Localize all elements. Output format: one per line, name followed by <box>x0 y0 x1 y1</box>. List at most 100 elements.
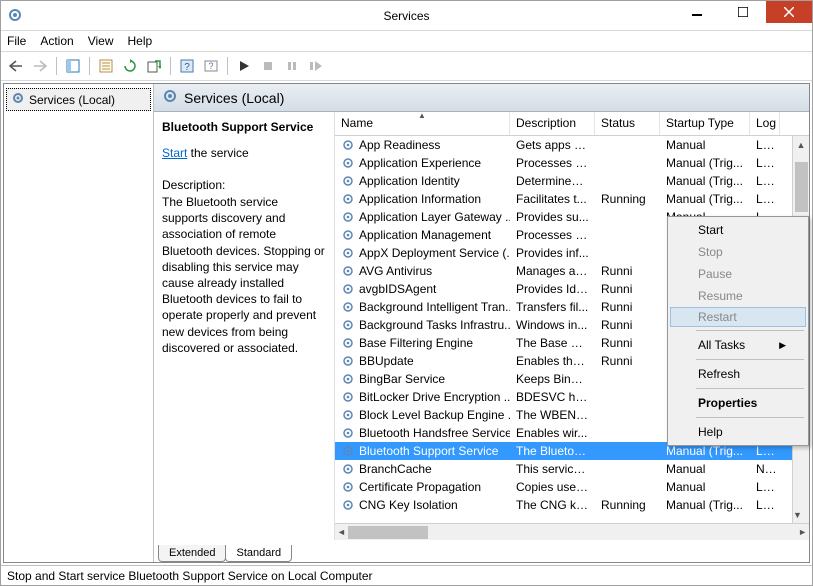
scroll-up-icon[interactable]: ▲ <box>793 136 809 153</box>
stop-service-button[interactable] <box>257 55 279 77</box>
menu-bar: File Action View Help <box>1 31 812 51</box>
status-text: Stop and Start service Bluetooth Support… <box>7 569 373 583</box>
ctx-start[interactable]: Start <box>670 219 806 241</box>
service-logon-cell: Loc <box>750 156 780 170</box>
column-description[interactable]: Description <box>510 112 595 135</box>
scroll-down-icon[interactable]: ▼ <box>793 506 802 523</box>
column-name-label: Name <box>341 116 373 130</box>
tab-extended[interactable]: Extended <box>158 545 226 562</box>
service-type-cell: Manual <box>660 138 750 152</box>
service-name-cell: Block Level Backup Engine ... <box>335 408 510 422</box>
tree-pane: Services (Local) <box>4 84 154 562</box>
ctx-all-tasks-label: All Tasks <box>698 338 745 352</box>
service-desc-cell: The Bluetoo... <box>510 444 595 458</box>
ctx-separator <box>696 388 804 389</box>
restart-service-button[interactable] <box>305 55 327 77</box>
service-row[interactable]: CNG Key IsolationThe CNG ke...RunningMan… <box>335 496 809 514</box>
column-name[interactable]: ▲Name <box>335 112 510 135</box>
window-controls <box>674 1 812 23</box>
menu-action[interactable]: Action <box>40 34 73 48</box>
service-desc-cell: Determines ... <box>510 174 595 188</box>
properties-button[interactable] <box>95 55 117 77</box>
service-name-cell: Bluetooth Support Service <box>335 444 510 458</box>
list-header: ▲Name Description Status Startup Type Lo… <box>335 112 809 136</box>
service-name-cell: avgbIDSAgent <box>335 282 510 296</box>
service-status-cell: Running <box>595 498 660 512</box>
start-service-line: Start the service <box>162 146 326 160</box>
pause-service-button[interactable] <box>281 55 303 77</box>
forward-button[interactable] <box>29 55 51 77</box>
ctx-refresh[interactable]: Refresh <box>670 363 806 385</box>
service-status-cell: Runni <box>595 264 660 278</box>
service-logon-cell: Loc <box>750 174 780 188</box>
export-list-button[interactable] <box>143 55 165 77</box>
column-logon[interactable]: Log <box>750 112 780 135</box>
ctx-resume: Resume <box>670 285 806 307</box>
service-desc-cell: Processes a... <box>510 156 595 170</box>
service-desc-cell: This service ... <box>510 462 595 476</box>
service-row[interactable]: Application IdentityDetermines ...Manual… <box>335 172 809 190</box>
ctx-separator <box>696 417 804 418</box>
gear-icon <box>162 88 178 107</box>
service-name-cell: Background Intelligent Tran... <box>335 300 510 314</box>
help-about-button[interactable]: ? <box>200 55 222 77</box>
service-name-cell: Bluetooth Handsfree Service <box>335 426 510 440</box>
start-suffix: the service <box>187 146 248 160</box>
ctx-help[interactable]: Help <box>670 421 806 443</box>
close-button[interactable] <box>766 1 812 23</box>
service-status-cell: Running <box>595 192 660 206</box>
start-service-link[interactable]: Start <box>162 146 187 160</box>
svg-text:?: ? <box>184 62 190 73</box>
status-bar: Stop and Start service Bluetooth Support… <box>1 565 812 585</box>
description-label: Description: <box>162 178 326 192</box>
submenu-arrow-icon: ▶ <box>779 340 786 351</box>
service-desc-cell: BDESVC hos... <box>510 390 595 404</box>
service-desc-cell: Enables wir... <box>510 426 595 440</box>
menu-help[interactable]: Help <box>128 34 153 48</box>
minimize-button[interactable] <box>674 1 720 23</box>
ctx-all-tasks[interactable]: All Tasks ▶ <box>670 334 806 356</box>
service-logon-cell: Loc <box>750 138 780 152</box>
gear-icon <box>11 91 25 108</box>
column-startup-type[interactable]: Startup Type <box>660 112 750 135</box>
maximize-button[interactable] <box>720 1 766 23</box>
menu-view[interactable]: View <box>88 34 114 48</box>
ctx-stop: Stop <box>670 241 806 263</box>
service-name-cell: Application Experience <box>335 156 510 170</box>
ctx-properties[interactable]: Properties <box>670 392 806 414</box>
service-row[interactable]: Application InformationFacilitates t...R… <box>335 190 809 208</box>
service-row[interactable]: Application ExperienceProcesses a... Manu… <box>335 154 809 172</box>
app-icon <box>7 7 23 26</box>
service-status-cell: Runni <box>595 354 660 368</box>
scroll-thumb[interactable] <box>795 162 808 212</box>
help-button[interactable]: ? <box>176 55 198 77</box>
service-desc-cell: Processes in... <box>510 228 595 242</box>
tree-item-services-local[interactable]: Services (Local) <box>6 88 151 111</box>
menu-file[interactable]: File <box>7 34 26 48</box>
service-desc-cell: Provides inf... <box>510 246 595 260</box>
service-type-cell: Manual (Trig... <box>660 156 750 170</box>
column-status[interactable]: Status <box>595 112 660 135</box>
scroll-right-icon[interactable]: ► <box>798 527 807 537</box>
scroll-left-icon[interactable]: ◄ <box>337 527 346 537</box>
service-row[interactable]: BranchCacheThis service ...ManualNet <box>335 460 809 478</box>
back-button[interactable] <box>5 55 27 77</box>
service-name-cell: AppX Deployment Service (... <box>335 246 510 260</box>
service-logon-cell: Loc <box>750 480 780 494</box>
right-pane: Services (Local) Bluetooth Support Servi… <box>154 84 809 562</box>
show-hide-tree-button[interactable] <box>62 55 84 77</box>
toolbar-separator <box>56 57 57 75</box>
tab-standard[interactable]: Standard <box>225 545 292 562</box>
refresh-button[interactable] <box>119 55 141 77</box>
service-row[interactable]: App ReadinessGets apps re...ManualLoc <box>335 136 809 154</box>
service-logon-cell: Loc <box>750 444 780 458</box>
scroll-thumb[interactable] <box>348 526 428 539</box>
description-text: The Bluetooth service supports discovery… <box>162 194 326 356</box>
toolbar-separator <box>89 57 90 75</box>
horizontal-scrollbar[interactable]: ◄ ► <box>335 523 809 540</box>
service-row[interactable]: Certificate PropagationCopies user ...Ma… <box>335 478 809 496</box>
title-bar: Services <box>1 1 812 31</box>
service-status-cell: Runni <box>595 300 660 314</box>
window-title: Services <box>383 9 429 23</box>
start-service-button[interactable] <box>233 55 255 77</box>
